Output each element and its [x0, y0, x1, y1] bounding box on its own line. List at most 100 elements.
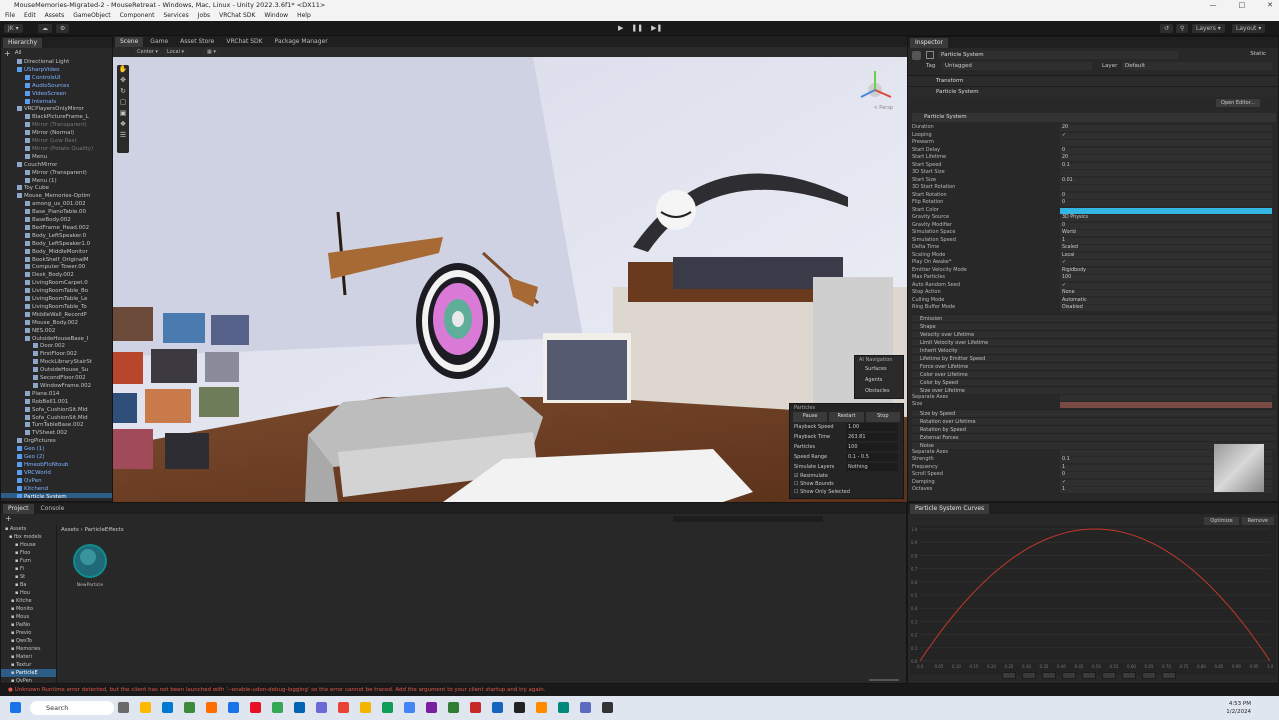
property-value[interactable]: 3D Physics	[1060, 215, 1272, 221]
hierarchy-item[interactable]: BookShelf_OriginalM	[1, 256, 112, 264]
hierarchy-item[interactable]: LivingRoomCarpet.0	[1, 279, 112, 287]
hierarchy-item[interactable]: VRCPlayersOnlyMirror	[1, 105, 112, 113]
module-limit-velocity-over-lifetime[interactable]: Limit Velocity over Lifetime	[912, 337, 1276, 346]
project-folder[interactable]: ▪ Assets	[1, 525, 56, 533]
hierarchy-item[interactable]: Body_LeftSpeaker.0	[1, 232, 112, 240]
project-folder[interactable]: ▪ Ba	[1, 581, 56, 589]
taskbar-app-icon[interactable]	[382, 702, 393, 713]
property-value[interactable]: 20	[1060, 155, 1272, 161]
curve-preset-icon[interactable]	[1002, 672, 1016, 679]
layer-dropdown[interactable]: Default	[1122, 62, 1272, 70]
hierarchy-item[interactable]: Kitchend	[1, 485, 112, 493]
taskbar-app-icon[interactable]	[404, 702, 415, 713]
particle-option-row[interactable]: ☑ Resimulate	[790, 472, 903, 480]
module-rotation-over-lifetime[interactable]: Rotation over Lifetime	[912, 416, 1276, 425]
curve-preset-icon[interactable]	[1022, 672, 1036, 679]
layers-dropdown[interactable]: Layers ▾	[1192, 24, 1225, 33]
transform-tool-icon[interactable]: ❖	[117, 120, 129, 131]
module-emission[interactable]: Emission	[912, 313, 1276, 322]
property-value[interactable]: 20	[1060, 125, 1272, 131]
menu-assets[interactable]: Assets	[45, 11, 65, 21]
project-folder[interactable]: ▪ Textur	[1, 661, 56, 669]
hierarchy-item[interactable]: Computer Tower.00	[1, 263, 112, 271]
hierarchy-item[interactable]: Body_LeftSpeaker1.0	[1, 240, 112, 248]
hierarchy-item[interactable]: BedFrame_Head.002	[1, 224, 112, 232]
hierarchy-item[interactable]: TurnTableBase.002	[1, 421, 112, 429]
taskbar-app-icon[interactable]	[602, 702, 613, 713]
hierarchy-item[interactable]: BlackPictureFrame_L	[1, 113, 112, 121]
hierarchy-item[interactable]: SecondFloor.002	[1, 374, 112, 382]
module-color-by-speed[interactable]: Color by Speed	[912, 377, 1276, 386]
menu-jobs[interactable]: Jobs	[198, 11, 210, 21]
hand-tool-icon[interactable]: ✋	[117, 65, 129, 76]
hierarchy-item[interactable]: HmeobFloNtoub	[1, 461, 112, 469]
hierarchy-item[interactable]: Desk_Body.002	[1, 271, 112, 279]
module-rotation-by-speed[interactable]: Rotation by Speed	[912, 424, 1276, 433]
taskbar-app-icon[interactable]	[272, 702, 283, 713]
layout-dropdown[interactable]: Layout ▾	[1232, 24, 1266, 33]
hierarchy-item[interactable]: VRCWorld	[1, 469, 112, 477]
taskbar-app-icon[interactable]	[206, 702, 217, 713]
taskbar-app-icon[interactable]	[558, 702, 569, 713]
account-button[interactable]: JK ▾	[4, 24, 23, 33]
menu-gameobject[interactable]: GameObject	[73, 11, 110, 21]
project-folder[interactable]: ▪ Memories	[1, 645, 56, 653]
taskbar-app-icon[interactable]	[316, 702, 327, 713]
tab-vrchat-sdk[interactable]: VRChat SDK	[221, 37, 267, 47]
property-value[interactable]: 0	[1060, 147, 1272, 154]
menu-file[interactable]: File	[5, 11, 15, 21]
hierarchy-item[interactable]: Mouse_Body.002	[1, 319, 112, 327]
hierarchy-item[interactable]: OutsideHouseBase_I	[1, 335, 112, 343]
module-shape[interactable]: Shape	[912, 321, 1276, 330]
menu-services[interactable]: Services	[163, 11, 188, 21]
project-search-input[interactable]	[673, 516, 823, 522]
hierarchy-item[interactable]: Geo (2)	[1, 453, 112, 461]
project-folder[interactable]: ▪ Floo	[1, 549, 56, 557]
ai-nav-agents[interactable]: Agents	[855, 375, 903, 386]
taskbar-app-icon[interactable]	[470, 702, 481, 713]
project-folder[interactable]: ▪ Mous	[1, 613, 56, 621]
active-checkbox[interactable]	[926, 51, 934, 59]
hierarchy-item[interactable]: Geo (1)	[1, 445, 112, 453]
project-folder[interactable]: ▪ QwsTo	[1, 637, 56, 645]
taskbar-app-icon[interactable]	[228, 702, 239, 713]
breadcrumb-item[interactable]: ParticleEffects	[85, 527, 124, 533]
pause-button[interactable]: Pause	[793, 412, 828, 422]
tag-dropdown[interactable]: Untagged	[942, 62, 1092, 70]
hierarchy-item[interactable]: Mirror (Transparent)	[1, 121, 112, 129]
curve-preset-icon[interactable]	[1042, 672, 1056, 679]
hierarchy-item[interactable]: FirstFloor.002	[1, 350, 112, 358]
hierarchy-item[interactable]: Sofa_CushionSit.Mid	[1, 414, 112, 422]
menu-vrchat-sdk[interactable]: VRChat SDK	[219, 11, 255, 21]
hierarchy-item[interactable]: Internals	[1, 98, 112, 106]
hierarchy-item[interactable]: Mirror (Transparent)	[1, 169, 112, 177]
particle-module-header[interactable]: Particle System	[912, 113, 1276, 122]
scale-tool-icon[interactable]: ▢	[117, 98, 129, 109]
property-value[interactable]: ✓	[1060, 282, 1272, 289]
hierarchy-item[interactable]: LivingRoomTable_To	[1, 303, 112, 311]
history-icon[interactable]: ↺	[1160, 24, 1174, 33]
property-value[interactable]: 1	[1060, 237, 1272, 244]
tab-console[interactable]: Console	[36, 504, 70, 514]
stop-button[interactable]: Stop	[865, 412, 900, 422]
pivot-dropdown[interactable]: Center ▾	[133, 48, 162, 56]
hierarchy-item[interactable]: ControlsUI	[1, 74, 112, 82]
close-button[interactable]: ✕	[1267, 0, 1273, 11]
particle-stat-value[interactable]: Nothing	[846, 463, 898, 471]
hierarchy-item[interactable]: among_us_001.002	[1, 200, 112, 208]
tab-particle-curves[interactable]: Particle System Curves	[910, 503, 990, 514]
hierarchy-item[interactable]: OutsideHouse_Su	[1, 366, 112, 374]
module-external-forces[interactable]: External Forces	[912, 432, 1276, 441]
tab-inspector[interactable]: Inspector	[910, 37, 948, 48]
space-dropdown[interactable]: Local ▾	[163, 48, 189, 56]
property-value[interactable]: World	[1060, 230, 1272, 236]
property-value[interactable]: 0	[1060, 192, 1272, 199]
menu-edit[interactable]: Edit	[24, 11, 36, 21]
remove-button[interactable]: Remove	[1241, 517, 1274, 525]
curve-preset-icon[interactable]	[1062, 672, 1076, 679]
curve-preset-icon[interactable]	[1082, 672, 1096, 679]
tab-package-manager[interactable]: Package Manager	[270, 37, 333, 47]
hierarchy-item[interactable]: QvPen	[1, 477, 112, 485]
tab-hierarchy[interactable]: Hierarchy	[3, 37, 43, 48]
taskbar-app-icon[interactable]	[536, 702, 547, 713]
